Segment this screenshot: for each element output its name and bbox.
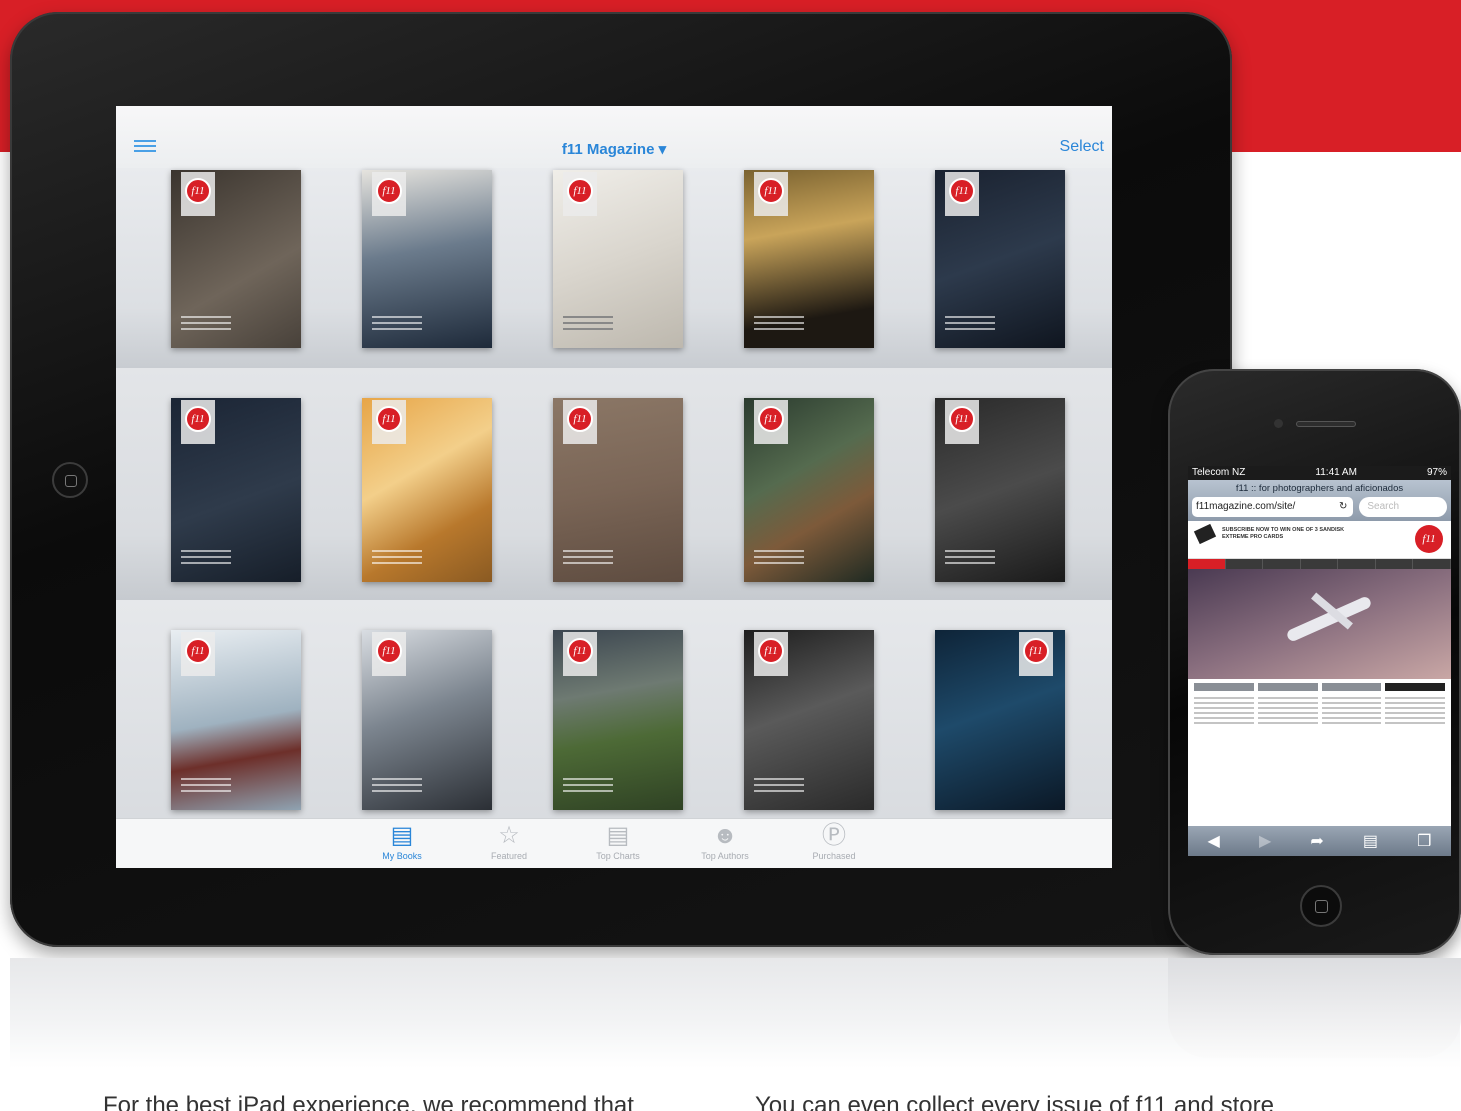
ipad-screen: f11 Magazine ▾ Select f11 f11 f11 f11 f1… xyxy=(116,106,1112,868)
share-icon[interactable]: ➦ xyxy=(1310,831,1323,851)
magazine-cover[interactable]: f11 xyxy=(935,170,1065,348)
home-square-icon xyxy=(1315,900,1328,913)
tab-my-books[interactable]: ▤ My Books xyxy=(362,822,442,862)
magazine-cover[interactable]: f11 xyxy=(362,630,492,810)
bookmarks-icon[interactable]: ▤ xyxy=(1363,831,1378,851)
magazine-cover[interactable]: f11 xyxy=(171,630,301,810)
magazine-cover[interactable]: f11 xyxy=(553,630,683,810)
list-icon: ▤ xyxy=(606,822,630,849)
hero-image[interactable] xyxy=(1188,569,1451,679)
safari-bottom-bar: ◀ ▶ ➦ ▤ ❒ xyxy=(1188,826,1451,856)
magazine-cover[interactable]: f11 xyxy=(171,398,301,582)
tab-label: Featured xyxy=(490,851,528,861)
magazine-cover[interactable]: f11 xyxy=(362,170,492,348)
star-icon: ☆ xyxy=(498,822,520,849)
site-logo[interactable]: f11 xyxy=(1415,525,1443,553)
body-text: For the best iPad experience, we recomme… xyxy=(0,1092,1461,1111)
magazine-cover[interactable]: f11 xyxy=(935,630,1065,810)
battery: 97% xyxy=(1426,467,1447,478)
ipad-device: f11 Magazine ▾ Select f11 f11 f11 f11 f1… xyxy=(10,12,1232,947)
reload-icon[interactable]: ↻ xyxy=(1339,497,1347,517)
magazine-cover[interactable]: f11 xyxy=(744,398,874,582)
site-nav[interactable] xyxy=(1188,559,1451,569)
library-title-dropdown[interactable]: f11 Magazine ▾ xyxy=(116,140,1112,158)
people-icon: ☻ xyxy=(712,822,738,849)
status-bar: Telecom NZ 11:41 AM 97% xyxy=(1188,466,1451,480)
magazine-cover[interactable]: f11 xyxy=(553,398,683,582)
page: f11 Magazine ▾ Select f11 f11 f11 f11 f1… xyxy=(0,0,1461,1111)
magazine-cover[interactable]: f11 xyxy=(553,170,683,348)
ipad-home-button[interactable] xyxy=(52,462,88,498)
open-book-icon: ▤ xyxy=(390,822,414,849)
device-reflection xyxy=(10,958,1461,1068)
page-title: f11 :: for photographers and aficionados xyxy=(1235,483,1404,494)
iphone-screen: Telecom NZ 11:41 AM 97% f11 :: for photo… xyxy=(1188,466,1451,856)
shelf-row: f11 f11 f11 f11 f11 xyxy=(116,600,1112,818)
nav-bar: f11 Magazine ▾ Select xyxy=(116,106,1112,168)
camera-icon xyxy=(1274,419,1283,428)
tab-label: My Books xyxy=(382,851,422,861)
iphone-home-button[interactable] xyxy=(1300,885,1342,927)
search-field[interactable]: Search xyxy=(1359,497,1447,517)
tab-bar: ▤ My Books ☆ Featured ▤ Top Charts ☻ Top… xyxy=(116,818,1112,868)
tab-label: Purchased xyxy=(812,851,856,861)
back-icon[interactable]: ◀ xyxy=(1208,831,1220,851)
url-field[interactable]: f11magazine.com/site/↻ xyxy=(1192,497,1354,517)
speaker-grille xyxy=(1296,421,1356,427)
clock: 11:41 AM xyxy=(1315,467,1357,478)
sd-card-image xyxy=(1193,523,1217,545)
promo-banner[interactable]: SUBSCRIBE NOW TO WIN ONE OF 3 SANDISK EX… xyxy=(1222,527,1362,541)
magazine-cover[interactable]: f11 xyxy=(362,398,492,582)
tab-featured[interactable]: ☆ Featured xyxy=(469,822,549,862)
tabs-icon[interactable]: ❒ xyxy=(1417,831,1431,851)
site-header: SUBSCRIBE NOW TO WIN ONE OF 3 SANDISK EX… xyxy=(1188,521,1451,559)
body-text-right: You can even collect every issue of f11 … xyxy=(755,1092,1274,1111)
tab-top-authors[interactable]: ☻ Top Authors xyxy=(685,822,765,862)
carrier: Telecom NZ xyxy=(1192,467,1246,478)
body-text-left: For the best iPad experience, we recomme… xyxy=(103,1092,634,1111)
tab-label: Top Authors xyxy=(701,851,749,861)
magazine-cover[interactable]: f11 xyxy=(744,630,874,810)
shelf-row: f11 f11 f11 f11 f11 xyxy=(116,168,1112,368)
safari-toolbar: f11 :: for photographers and aficionados… xyxy=(1188,480,1451,521)
forward-icon[interactable]: ▶ xyxy=(1259,831,1271,851)
magazine-cover[interactable]: f11 xyxy=(744,170,874,348)
tab-purchased[interactable]: Ⓟ Purchased xyxy=(794,822,874,862)
shelf-row: f11 f11 f11 f11 f11 xyxy=(116,368,1112,600)
home-square-icon xyxy=(65,475,77,487)
magazine-cover[interactable]: f11 xyxy=(935,398,1065,582)
select-button[interactable]: Select xyxy=(1060,138,1104,156)
magazine-cover[interactable]: f11 xyxy=(171,170,301,348)
tab-label: Top Charts xyxy=(596,851,640,861)
iphone-device: Telecom NZ 11:41 AM 97% f11 :: for photo… xyxy=(1168,369,1461,955)
purchased-icon: Ⓟ xyxy=(822,822,846,849)
site-columns xyxy=(1188,679,1451,731)
tab-top-charts[interactable]: ▤ Top Charts xyxy=(578,822,658,862)
